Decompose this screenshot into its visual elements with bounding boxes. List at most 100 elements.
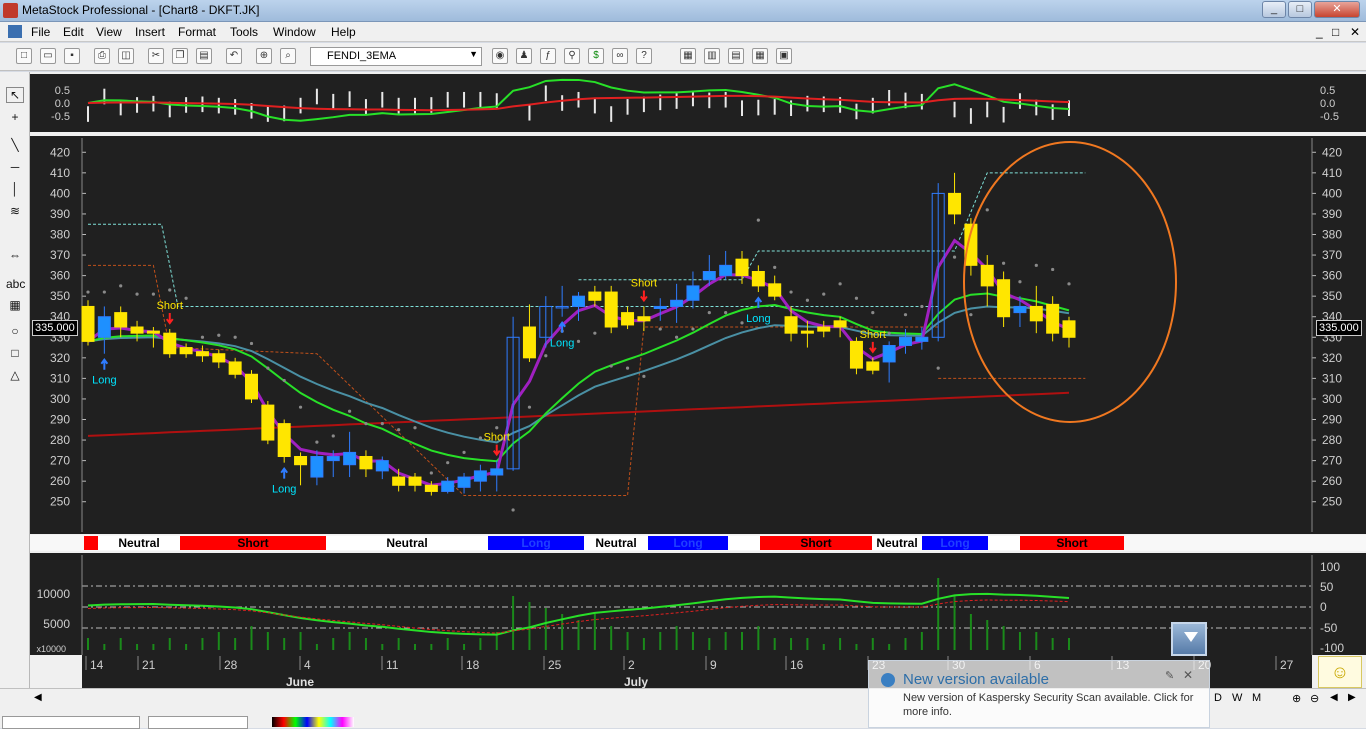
crosshair-tool-icon[interactable]: + — [6, 110, 24, 126]
chart-canvas[interactable]: 420 420410 410400 400390 390380 380370 370360 3… — [30, 72, 1366, 688]
candle-body — [424, 484, 438, 492]
mdi-close-button[interactable]: ✕ — [1350, 25, 1360, 39]
price-label-right: 335.000 — [1316, 320, 1362, 336]
rect-icon[interactable]: □ — [6, 346, 24, 362]
paste-icon[interactable]: ▤ — [196, 48, 212, 64]
menu-file[interactable]: File — [31, 25, 50, 39]
price-axis-left-label: 320 — [50, 351, 70, 365]
print-preview-icon[interactable]: ◫ — [118, 48, 134, 64]
fib-icon[interactable]: ≋ — [6, 204, 24, 220]
price-pane — [30, 136, 1366, 534]
line-style-select[interactable] — [2, 716, 140, 729]
date-tick-label: 25 — [548, 658, 562, 672]
color-palette[interactable] — [272, 717, 354, 727]
candle-body — [653, 305, 667, 309]
line-icon[interactable]: ╲ — [6, 138, 24, 154]
menu-help[interactable]: Help — [331, 25, 356, 39]
scroll-icon[interactable]: ⇔ — [6, 248, 24, 264]
status-cell-label: Short — [237, 536, 268, 550]
crosshair-icon[interactable]: ⊕ — [256, 48, 272, 64]
scroll-down-button[interactable] — [1171, 622, 1207, 656]
volume-pane — [30, 553, 1366, 655]
candle-body — [1046, 303, 1060, 334]
price-axis-right-label: 310 — [1322, 371, 1342, 385]
sar-dot — [871, 311, 875, 315]
security-icon[interactable]: ◉ — [492, 48, 508, 64]
sar-dot — [298, 405, 303, 409]
candle-body — [375, 460, 389, 472]
period-week-icon[interactable]: W — [1232, 692, 1242, 704]
open-icon[interactable]: ▭ — [40, 48, 56, 64]
vline-icon[interactable]: │ — [6, 182, 24, 198]
sar-dot — [200, 335, 205, 339]
undo-icon[interactable]: ↶ — [226, 48, 242, 64]
tile-icon[interactable]: ▦ — [680, 48, 696, 64]
toast-close-icon[interactable]: ✕ — [1183, 668, 1193, 682]
menu-tools[interactable]: Tools — [230, 25, 258, 39]
sar-dot — [675, 335, 679, 339]
copy-icon[interactable]: ❐ — [172, 48, 188, 64]
layout2-icon[interactable]: ▤ — [728, 48, 744, 64]
line-width-select[interactable] — [148, 716, 248, 729]
document-icon[interactable] — [8, 25, 22, 38]
sar-dot — [691, 327, 695, 331]
hline-icon[interactable]: ─ — [6, 160, 24, 176]
explorer-icon[interactable]: ⚲ — [564, 48, 580, 64]
candle-body — [882, 345, 896, 363]
zoom-icon[interactable]: ⌕ — [280, 48, 296, 64]
cut-icon[interactable]: ✂ — [148, 48, 164, 64]
scroll-back-icon[interactable]: ◀ — [1330, 692, 1338, 703]
maximize-button[interactable]: □ — [1288, 1, 1312, 18]
price-axis-left-label: 360 — [50, 269, 70, 283]
layout4-icon[interactable]: ▣ — [776, 48, 792, 64]
candle-body — [686, 285, 700, 301]
candle-body — [228, 361, 242, 375]
kaspersky-notification[interactable]: New version available New version of Kas… — [868, 660, 1210, 728]
zoom-in-icon[interactable]: ⊕ — [1292, 692, 1301, 705]
candle-body — [849, 340, 863, 369]
save-icon[interactable]: ▪ — [64, 48, 80, 64]
grid-tool-icon[interactable]: ▦ — [6, 298, 24, 314]
price-axis-left-label: 260 — [50, 474, 70, 488]
layout1-icon[interactable]: ▥ — [704, 48, 720, 64]
scroll-left-icon[interactable]: ◀ — [34, 692, 42, 703]
pin-icon[interactable]: ✎ — [1165, 669, 1174, 682]
template-select[interactable]: FENDI_3EMA ▼ — [310, 47, 482, 66]
chart-window[interactable]: 420 420 410 410 400 400 390 390 380 380 370 370 360 3… — [30, 72, 1366, 688]
scroll-forward-icon[interactable]: ▶ — [1348, 692, 1356, 703]
status-cell-label: Long — [940, 536, 969, 550]
long-signal-label: Long — [550, 338, 574, 350]
sar-dot — [724, 311, 728, 315]
minimize-button[interactable]: _ — [1262, 1, 1286, 18]
candle-body — [179, 347, 193, 355]
print-icon[interactable]: ⎙ — [94, 48, 110, 64]
expert-icon[interactable]: ♟ — [516, 48, 532, 64]
kaspersky-icon — [881, 673, 895, 687]
layout3-icon[interactable]: ▦ — [752, 48, 768, 64]
candle-body — [294, 456, 308, 466]
zoom-out-icon[interactable]: ⊖ — [1310, 692, 1319, 705]
help-icon[interactable]: ? — [636, 48, 652, 64]
menu-view[interactable]: View — [96, 25, 122, 39]
close-button[interactable]: ✕ — [1314, 1, 1360, 18]
pointer-icon[interactable]: ↖ — [6, 87, 24, 103]
smiley-icon[interactable]: ☺ — [1318, 656, 1362, 688]
mdi-minimize-button[interactable]: _ — [1316, 25, 1323, 39]
menu-window[interactable]: Window — [273, 25, 316, 39]
menu-insert[interactable]: Insert — [135, 25, 165, 39]
binoculars-icon[interactable]: ∞ — [612, 48, 628, 64]
dollar-icon[interactable]: $ — [588, 48, 604, 64]
menu-edit[interactable]: Edit — [63, 25, 84, 39]
sar-dot — [838, 282, 842, 286]
new-icon[interactable]: □ — [16, 48, 32, 64]
mdi-restore-button[interactable]: □ — [1332, 25, 1339, 39]
text-icon[interactable]: abc — [6, 277, 25, 293]
sar-dot — [511, 508, 515, 512]
period-day-icon[interactable]: D — [1214, 692, 1222, 704]
triangle-icon[interactable]: △ — [6, 368, 24, 384]
menu-format[interactable]: Format — [178, 25, 216, 39]
ellipse-icon[interactable]: ○ — [6, 324, 24, 340]
sar-dot — [151, 292, 155, 296]
formula-icon[interactable]: ƒ — [540, 48, 556, 64]
period-month-icon[interactable]: M — [1252, 692, 1261, 704]
